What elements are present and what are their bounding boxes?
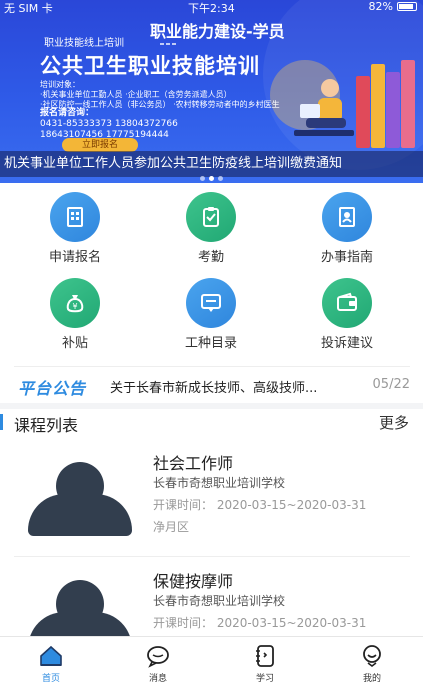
course-name: 保健按摩师 bbox=[153, 572, 234, 591]
clipboard-icon bbox=[186, 192, 236, 242]
banner-title: 公共卫生职业技能培训 bbox=[40, 54, 260, 78]
menu-item-label: 投诉建议 bbox=[320, 336, 373, 351]
tab-label: 学习 bbox=[255, 674, 274, 684]
tab-profile[interactable]: 我的 bbox=[342, 643, 402, 684]
building-icon bbox=[50, 192, 100, 242]
menu-item-label: 工种目录 bbox=[184, 336, 237, 351]
banner-tel-label: 报名请咨询： bbox=[40, 108, 95, 118]
carousel-indicator[interactable] bbox=[200, 166, 227, 183]
course-card[interactable]: 社会工作师 长春市奇想职业培训学校 开课时间： 2020-03-15~2020-… bbox=[14, 440, 410, 552]
svg-text:¥: ¥ bbox=[72, 302, 77, 311]
menu-item-complaint[interactable]: 投诉建议 bbox=[307, 278, 387, 351]
menu-item-label: 补贴 bbox=[61, 336, 88, 351]
course-name: 社会工作师 bbox=[153, 454, 234, 473]
carrier-label: 无 SIM 卡 bbox=[4, 2, 53, 15]
carousel-dot[interactable] bbox=[200, 176, 205, 181]
course-list-title: 课程列表 bbox=[14, 416, 79, 435]
banner-tel-line: 0431-85333373 13804372766 bbox=[40, 119, 178, 129]
banner-target-label: 培训对象： bbox=[40, 80, 80, 89]
study-icon bbox=[252, 643, 278, 669]
menu-item-label: 申请报名 bbox=[48, 250, 101, 265]
wallet-icon bbox=[322, 278, 372, 328]
banner-carousel[interactable]: 无 SIM 卡 下午2:34 82% 职业能力建设-学员 职业技能线上培训 公共… bbox=[0, 0, 423, 183]
course-area: 净月区 bbox=[153, 520, 190, 534]
menu-item-apply[interactable]: 申请报名 bbox=[35, 192, 115, 265]
announcement-text[interactable]: 关于长春市新成长技师、高级技师... bbox=[110, 377, 317, 396]
course-school: 长春市奇想职业培训学校 bbox=[153, 594, 286, 608]
home-icon bbox=[38, 643, 64, 669]
battery-percent: 82% bbox=[368, 0, 393, 13]
banner-subtitle: 职业技能线上培训 bbox=[44, 38, 124, 49]
tab-label: 消息 bbox=[148, 674, 167, 684]
list-divider bbox=[14, 556, 410, 557]
battery-icon bbox=[397, 2, 417, 11]
tab-label: 首页 bbox=[41, 674, 60, 684]
tab-messages[interactable]: 消息 bbox=[128, 643, 188, 684]
menu-item-subsidy[interactable]: ¥ 补贴 bbox=[35, 278, 115, 351]
banner-register-button[interactable]: 立即报名 bbox=[62, 138, 138, 152]
course-school: 长春市奇想职业培训学校 bbox=[153, 476, 286, 490]
message-icon bbox=[145, 643, 171, 669]
announcement-bar[interactable]: 平台公告 关于长春市新成长技师、高级技师... 05/22 bbox=[14, 366, 410, 402]
carousel-dot-active[interactable] bbox=[209, 176, 214, 181]
guide-book-icon bbox=[322, 192, 372, 242]
course-card[interactable]: 保健按摩师 长春市奇想职业培训学校 开课时间： 2020-03-15~2020-… bbox=[14, 558, 410, 636]
books-illustration-icon bbox=[356, 58, 418, 148]
course-avatar bbox=[28, 580, 132, 636]
menu-item-label: 办事指南 bbox=[320, 250, 373, 265]
tab-label: 我的 bbox=[362, 674, 381, 684]
tab-study[interactable]: 学习 bbox=[235, 643, 295, 684]
menu-item-job-catalog[interactable]: 工种目录 bbox=[171, 278, 251, 351]
carousel-dot[interactable] bbox=[218, 176, 223, 181]
announcement-date: 05/22 bbox=[372, 377, 410, 392]
more-courses-link[interactable]: 更多 bbox=[379, 412, 409, 433]
profile-icon bbox=[359, 643, 385, 669]
banner-contact: 报名请咨询： 0431-85333373 13804372766 1864310… bbox=[40, 108, 178, 141]
menu-item-label: 考勤 bbox=[197, 250, 224, 265]
course-avatar bbox=[28, 462, 132, 536]
avatar-head-icon bbox=[56, 462, 104, 510]
avatar-head-icon bbox=[56, 580, 104, 628]
menu-item-attendance[interactable]: 考勤 bbox=[171, 192, 251, 265]
status-bar: 无 SIM 卡 下午2:34 82% bbox=[0, 0, 423, 15]
course-time: 开课时间： 2020-03-15~2020-03-31 bbox=[153, 498, 367, 512]
student-illustration-icon bbox=[294, 79, 354, 136]
course-list-header: 课程列表 更多 bbox=[0, 410, 423, 436]
tab-home[interactable]: 首页 bbox=[21, 643, 81, 684]
section-divider bbox=[0, 403, 423, 409]
clock: 下午2:34 bbox=[188, 2, 235, 15]
banner-target-line: ·机关事业单位工勤人员 ·企业职工（含劳务派遣人员） bbox=[40, 90, 232, 99]
section-accent-bar bbox=[0, 414, 3, 430]
announcement-logo: 平台公告 bbox=[18, 379, 87, 398]
course-time: 开课时间： 2020-03-15~2020-03-31 bbox=[153, 616, 367, 630]
menu-item-guide[interactable]: 办事指南 bbox=[307, 192, 387, 265]
money-bag-icon: ¥ bbox=[50, 278, 100, 328]
banner-headline: 职业能力建设-学员 bbox=[150, 22, 285, 41]
chat-window-icon bbox=[186, 278, 236, 328]
bottom-tab-bar: 首页 消息 学习 我的 bbox=[0, 636, 423, 696]
banner-target: 培训对象： ·机关事业单位工勤人员 ·企业职工（含劳务派遣人员） ·社区防控一线… bbox=[40, 80, 280, 110]
